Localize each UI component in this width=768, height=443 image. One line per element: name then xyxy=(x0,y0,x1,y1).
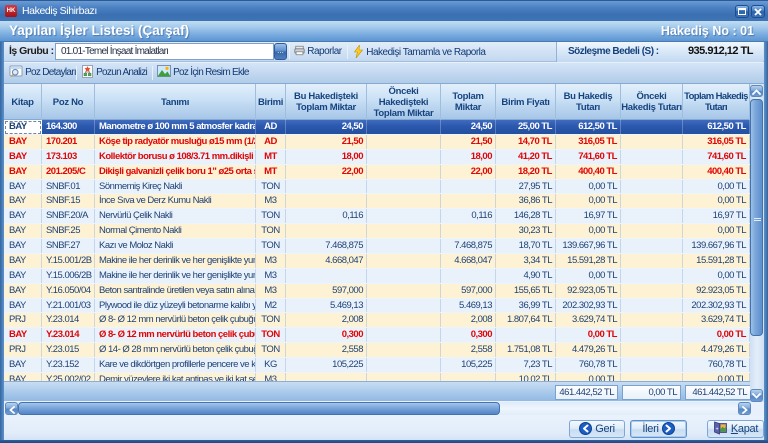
svg-text:+: + xyxy=(715,426,718,432)
